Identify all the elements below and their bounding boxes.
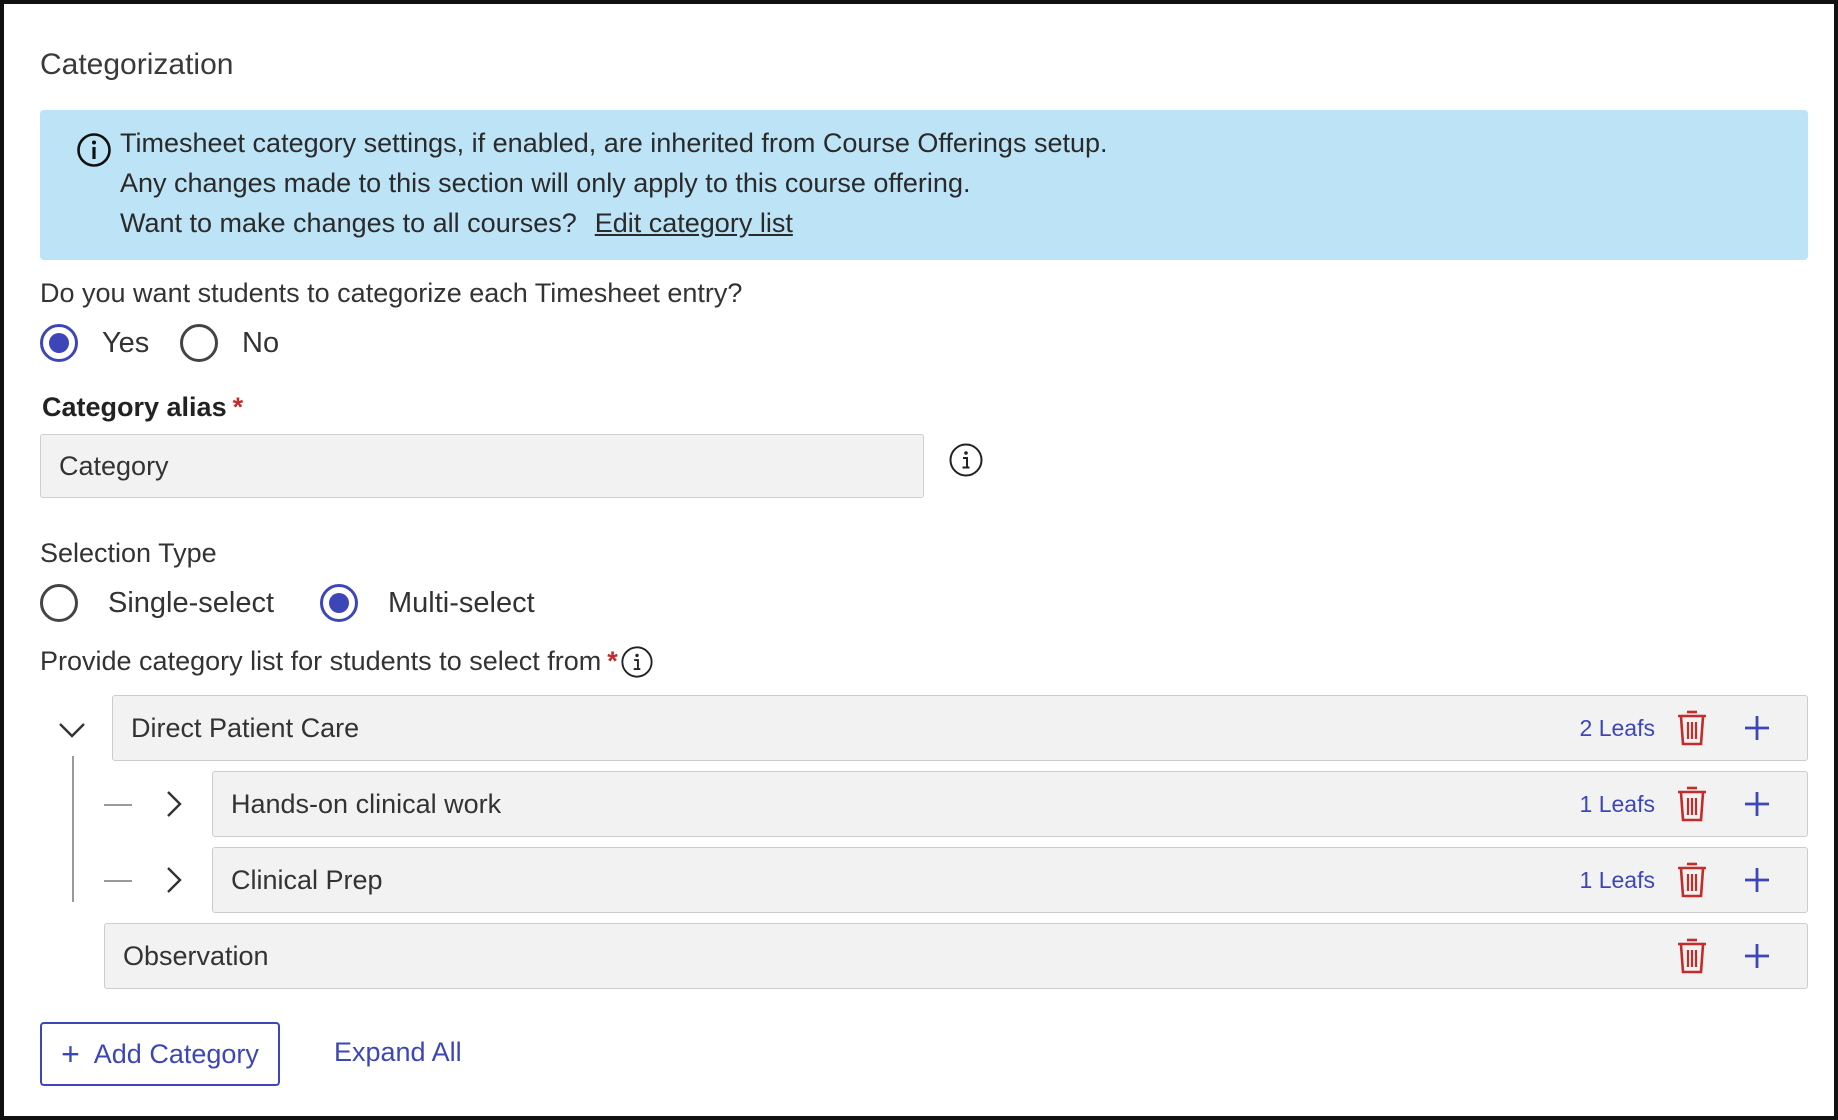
radio-yes-circle[interactable] <box>40 324 78 362</box>
category-alias-label: Category alias * <box>42 392 243 423</box>
radio-multi-select-label: Multi-select <box>388 586 535 619</box>
tree-branch-line <box>104 880 132 882</box>
category-name: Observation <box>123 940 269 971</box>
info-circle-icon <box>77 133 111 167</box>
info-banner: Timesheet category settings, if enabled,… <box>40 110 1808 260</box>
tree-connector-line <box>72 756 74 902</box>
radio-multi-select[interactable]: Multi-select <box>320 584 535 622</box>
category-name: Hands-on clinical work <box>231 788 502 819</box>
radio-no[interactable]: No <box>180 324 279 362</box>
leaf-count-badge: 2 Leafs <box>1579 714 1655 741</box>
banner-text-line-1: Timesheet category settings, if enabled,… <box>120 128 1108 158</box>
leaf-count-badge: 1 Leafs <box>1579 866 1655 893</box>
required-marker: * <box>232 392 244 422</box>
banner-text-line-3: Want to make changes to all courses? Edit… <box>120 208 793 239</box>
leaf-count-badge: 1 Leafs <box>1579 790 1655 817</box>
plus-icon: + <box>61 1036 80 1072</box>
trash-icon[interactable] <box>1675 860 1709 900</box>
radio-yes[interactable]: Yes <box>40 324 149 362</box>
radio-single-select-label: Single-select <box>108 586 275 619</box>
radio-single-select[interactable]: Single-select <box>40 584 274 622</box>
chevron-down-icon[interactable] <box>56 714 88 746</box>
add-subcategory-plus-icon[interactable] <box>1741 864 1773 896</box>
add-subcategory-plus-icon[interactable] <box>1741 712 1773 744</box>
radio-yes-label: Yes <box>102 326 150 359</box>
category-name: Direct Patient Care <box>131 712 360 743</box>
add-subcategory-plus-icon[interactable] <box>1741 788 1773 820</box>
radio-single-select-circle[interactable] <box>40 584 78 622</box>
category-row[interactable]: Hands-on clinical work 1 Leafs <box>212 771 1808 837</box>
trash-icon[interactable] <box>1675 784 1709 824</box>
selection-type-label: Selection Type <box>40 538 217 568</box>
category-list-label-text: Provide category list for students to se… <box>40 646 602 676</box>
trash-icon[interactable] <box>1675 936 1709 976</box>
category-row[interactable]: Clinical Prep 1 Leafs <box>212 847 1808 913</box>
category-list-label: Provide category list for students to se… <box>40 646 618 677</box>
add-subcategory-plus-icon[interactable] <box>1741 940 1773 972</box>
category-name: Clinical Prep <box>231 864 383 895</box>
radio-no-label: No <box>242 326 280 359</box>
chevron-right-icon[interactable] <box>158 864 190 896</box>
add-category-label: Add Category <box>93 1038 259 1069</box>
category-alias-input[interactable] <box>40 434 924 498</box>
radio-no-circle[interactable] <box>180 324 218 362</box>
tree-branch-line <box>104 804 132 806</box>
expand-all-link[interactable]: Expand All <box>334 1037 462 1068</box>
category-row[interactable]: Observation <box>104 923 1808 989</box>
banner-text-line-2: Any changes made to this section will on… <box>120 168 971 198</box>
edit-category-list-link[interactable]: Edit category list <box>595 208 793 238</box>
category-row[interactable]: Direct Patient Care 2 Leafs <box>112 695 1808 761</box>
banner-question: Want to make changes to all courses? <box>120 208 577 238</box>
categorization-panel: Categorization Timesheet category settin… <box>0 0 1838 1120</box>
radio-multi-select-circle[interactable] <box>320 584 358 622</box>
add-category-button[interactable]: + Add Category <box>40 1022 280 1086</box>
section-title: Categorization <box>40 48 234 81</box>
info-circle-icon[interactable] <box>620 645 654 679</box>
required-marker: * <box>607 646 618 676</box>
trash-icon[interactable] <box>1675 708 1709 748</box>
categorize-question-label: Do you want students to categorize each … <box>40 278 743 308</box>
info-circle-icon[interactable] <box>948 442 984 478</box>
chevron-right-icon[interactable] <box>158 788 190 820</box>
category-alias-label-text: Category alias <box>42 392 227 422</box>
